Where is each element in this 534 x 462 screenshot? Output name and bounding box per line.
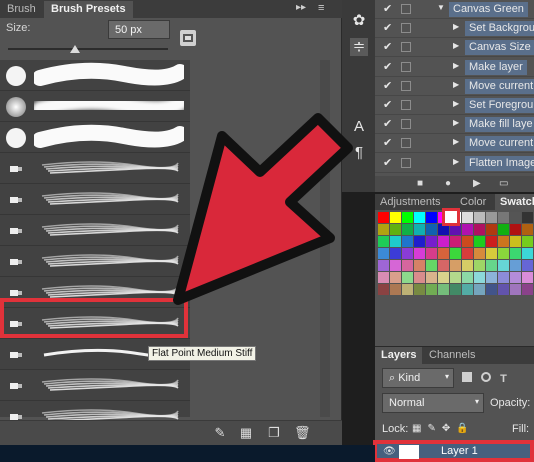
red-arrow-annotation bbox=[173, 113, 353, 305]
red-arrow-shape bbox=[173, 113, 353, 305]
